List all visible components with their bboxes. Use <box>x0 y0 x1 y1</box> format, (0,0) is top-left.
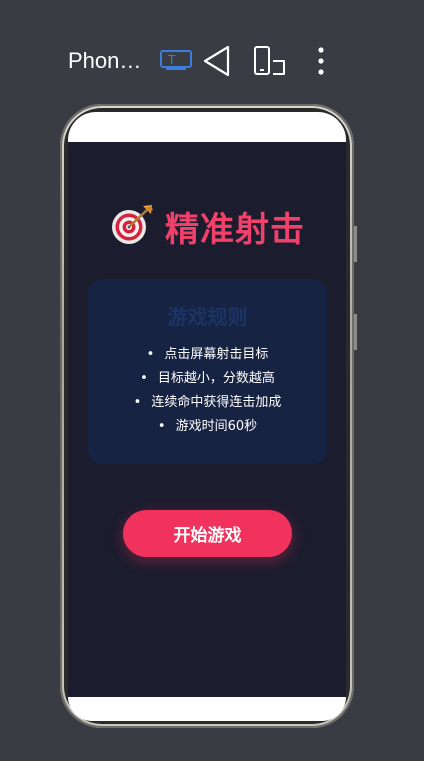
list-item: 目标越小，分数越高 <box>88 367 327 391</box>
rules-card: 游戏规则 点击屏幕射击目标 目标越小，分数越高 连续命中获得连击加成 游戏时间6… <box>88 279 327 464</box>
start-game-button[interactable]: 开始游戏 <box>123 510 292 557</box>
emulator-toolbar: Phon… T <box>0 0 424 120</box>
more-vert-icon[interactable] <box>314 46 328 76</box>
list-item: 连续命中获得连击加成 <box>88 391 327 415</box>
text-input-icon[interactable]: T <box>160 50 192 72</box>
game-screen: 精准射击 游戏规则 点击屏幕射击目标 目标越小，分数越高 连续命中获得连击加成 … <box>68 142 346 697</box>
list-item: 游戏时间60秒 <box>88 415 327 439</box>
rules-heading: 游戏规则 <box>167 305 248 329</box>
svg-text:T: T <box>167 53 176 67</box>
status-bar <box>68 112 346 142</box>
back-triangle-icon[interactable] <box>202 45 232 77</box>
phone-side-button <box>354 226 357 262</box>
device-name-label[interactable]: Phon… <box>68 48 141 74</box>
rules-list: 点击屏幕射击目标 目标越小，分数越高 连续命中获得连击加成 游戏时间60秒 <box>88 343 327 439</box>
game-title-text: 精准射击 <box>165 209 305 250</box>
list-item: 点击屏幕射击目标 <box>88 343 327 367</box>
navigation-bar <box>68 697 346 721</box>
rotate-device-icon[interactable] <box>253 45 287 77</box>
target-icon <box>109 202 155 250</box>
phone-side-button <box>354 314 357 350</box>
game-title: 精准射击 <box>68 202 346 250</box>
